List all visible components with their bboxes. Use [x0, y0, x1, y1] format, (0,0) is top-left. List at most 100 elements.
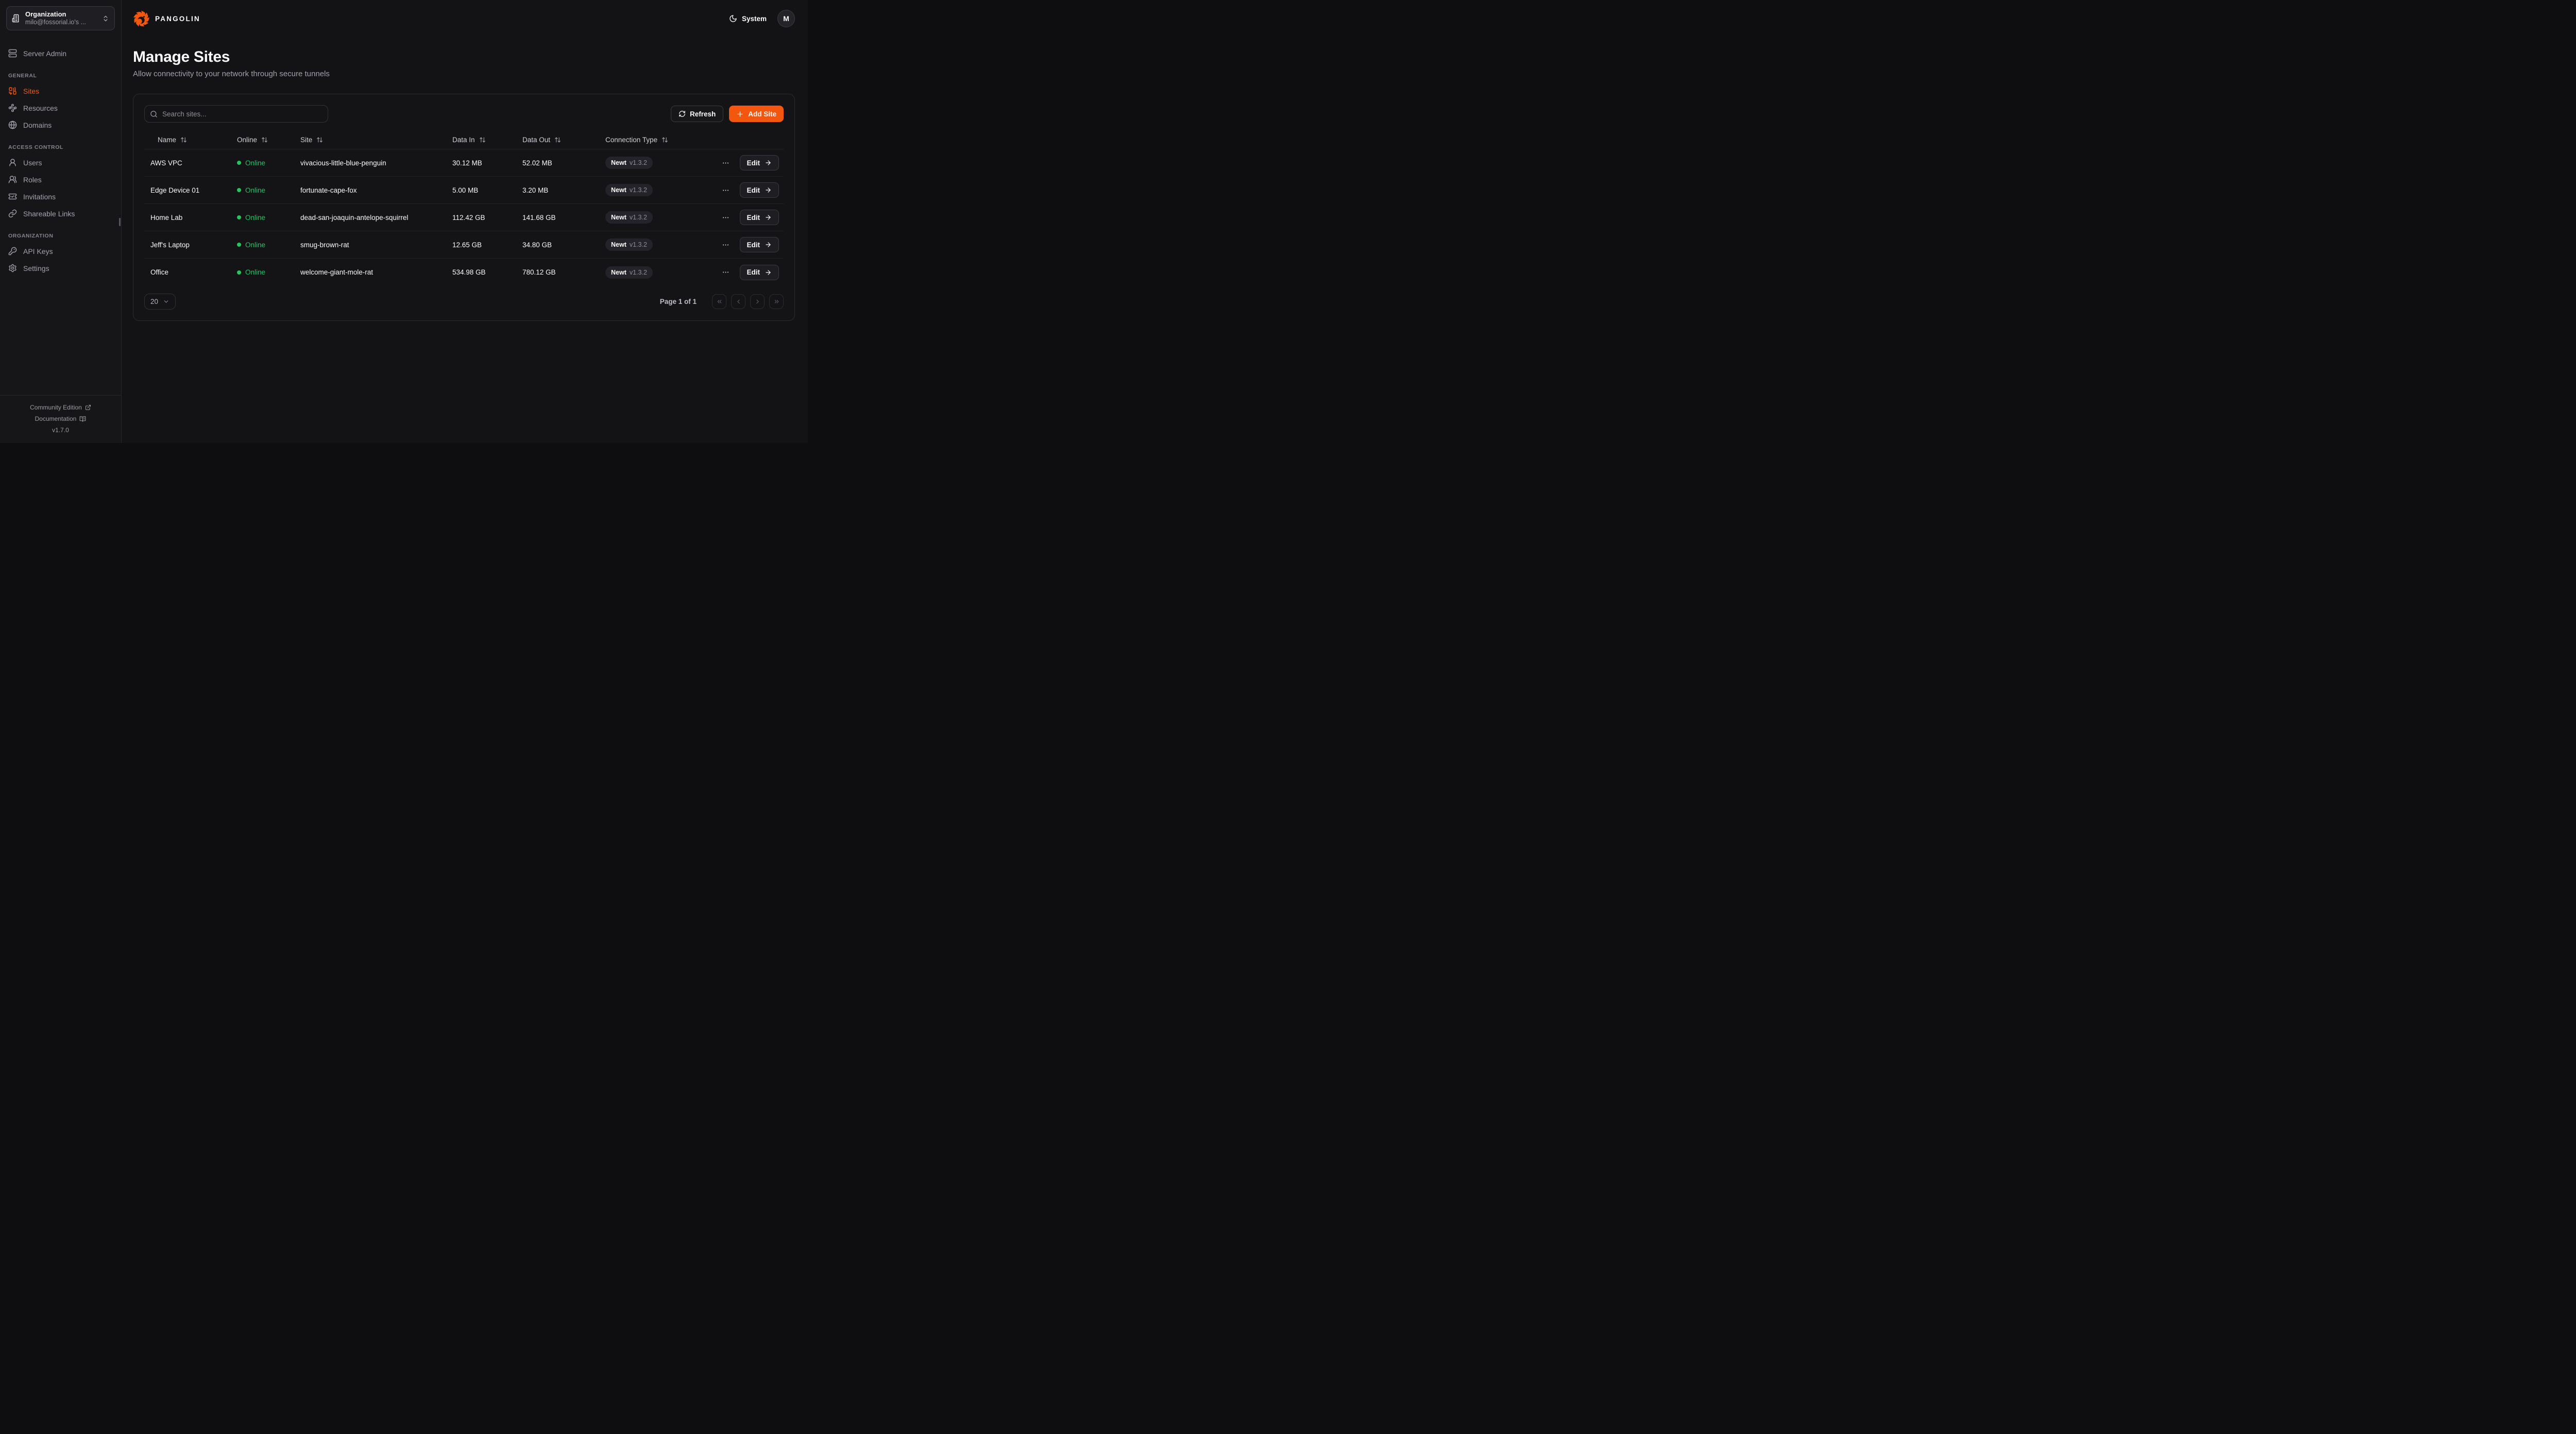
edit-label: Edit [747, 214, 760, 221]
sidebar-item-resources[interactable]: Resources [0, 99, 121, 116]
row-menu-button[interactable] [720, 184, 732, 196]
external-link-icon [85, 404, 91, 411]
last-page-button[interactable] [769, 294, 784, 309]
sidebar-item-label: Server Admin [23, 49, 66, 58]
top-right-controls: System M [729, 10, 795, 27]
org-selector[interactable]: Organization milo@fossorial.io's ... [6, 6, 115, 30]
prev-page-button[interactable] [731, 294, 745, 309]
status-badge: Online [245, 241, 265, 249]
site-slug: fortunate-cape-fox [294, 186, 446, 194]
refresh-button[interactable]: Refresh [671, 106, 723, 122]
sidebar-item-sites[interactable]: Sites [0, 82, 121, 99]
add-site-label: Add Site [748, 110, 776, 118]
brand-logo[interactable]: PANGOLIN [133, 10, 200, 27]
sidebar-item-server-admin[interactable]: Server Admin [0, 45, 121, 62]
client-name: Newt [611, 186, 626, 194]
sidebar-item-label: API Keys [23, 247, 53, 255]
table-row: Edge Device 01 Online fortunate-cape-fox… [144, 177, 784, 204]
pager-buttons [712, 294, 784, 309]
status-cell: Online [231, 268, 294, 276]
sort-icon [316, 136, 323, 143]
add-site-button[interactable]: Add Site [729, 106, 784, 122]
arrow-right-icon [765, 269, 772, 276]
chevron-right-icon [754, 298, 761, 305]
sidebar-item-users[interactable]: Users [0, 154, 121, 171]
sidebar-item-label: Roles [23, 176, 42, 184]
sidebar-item-label: Invitations [23, 193, 56, 201]
theme-toggle[interactable]: System [729, 14, 767, 23]
data-out: 780.12 GB [516, 268, 599, 276]
documentation-link[interactable]: Documentation [0, 413, 121, 424]
sort-name[interactable]: Name [144, 136, 231, 144]
sort-site[interactable]: Site [294, 136, 446, 144]
data-out: 3.20 MB [516, 186, 599, 194]
data-out: 141.68 GB [516, 214, 599, 221]
sidebar-item-label: Domains [23, 121, 52, 129]
book-open-icon [79, 416, 86, 422]
edit-button[interactable]: Edit [740, 265, 779, 280]
chevrons-right-icon [773, 298, 780, 305]
sidebar-item-domains[interactable]: Domains [0, 116, 121, 133]
community-edition-link[interactable]: Community Edition [0, 402, 121, 413]
row-menu-button[interactable] [720, 157, 732, 169]
row-actions: Edit [728, 182, 784, 198]
chevrons-up-down-icon [102, 15, 109, 22]
documentation-label: Documentation [35, 415, 77, 422]
data-in: 112.42 GB [446, 214, 516, 221]
page-size-select[interactable]: 20 [144, 294, 176, 310]
site-slug: dead-san-joaquin-antelope-squirrel [294, 214, 446, 221]
sort-online[interactable]: Online [231, 136, 294, 144]
site-slug: smug-brown-rat [294, 241, 446, 249]
sites-card: Refresh Add Site Name Online Site Data I… [133, 94, 795, 321]
table-header-row: Name Online Site Data In Data Out Connec… [144, 131, 784, 149]
row-menu-button[interactable] [720, 266, 732, 278]
edit-button[interactable]: Edit [740, 155, 779, 170]
edit-button[interactable]: Edit [740, 182, 779, 198]
community-edition-label: Community Edition [30, 404, 82, 411]
search-input[interactable] [144, 105, 328, 123]
key-icon [8, 247, 17, 255]
status-badge: Online [245, 268, 265, 276]
section-title-access-control: ACCESS CONTROL [8, 144, 113, 150]
gear-icon [8, 264, 17, 272]
edit-button[interactable]: Edit [740, 210, 779, 225]
row-menu-button[interactable] [720, 212, 732, 224]
avatar[interactable]: M [777, 10, 795, 27]
sidebar-nav: Server Admin GENERAL Sites Resources Dom… [0, 37, 121, 277]
sidebar-item-shareable-links[interactable]: Shareable Links [0, 205, 121, 222]
sidebar-item-roles[interactable]: Roles [0, 171, 121, 188]
sidebar-item-settings[interactable]: Settings [0, 260, 121, 277]
connection-type-cell: Newtv1.3.2 [599, 238, 728, 251]
sidebar-scrollbar-thumb[interactable] [119, 218, 121, 226]
site-name: Jeff's Laptop [144, 241, 231, 249]
connection-type-cell: Newtv1.3.2 [599, 157, 728, 169]
sort-connection-type[interactable]: Connection Type [599, 136, 728, 144]
status-badge: Online [245, 214, 265, 221]
connection-type-badge: Newtv1.3.2 [605, 211, 653, 224]
edit-button[interactable]: Edit [740, 237, 779, 252]
sort-data-in[interactable]: Data In [446, 136, 516, 144]
client-name: Newt [611, 159, 626, 166]
toolbar-actions: Refresh Add Site [671, 106, 784, 122]
arrow-right-icon [765, 186, 772, 194]
org-value: milo@fossorial.io's ... [25, 19, 99, 26]
sidebar-item-api-keys[interactable]: API Keys [0, 243, 121, 260]
pagination-bar: 20 Page 1 of 1 [144, 294, 784, 310]
link-icon [8, 209, 17, 218]
sites-table: Name Online Site Data In Data Out Connec… [144, 131, 784, 286]
brand-name: PANGOLIN [155, 15, 200, 23]
row-menu-button[interactable] [720, 239, 732, 251]
building-icon [12, 14, 21, 23]
sidebar: Organization milo@fossorial.io's ... Ser… [0, 0, 122, 443]
column-label: Connection Type [605, 136, 657, 144]
sort-data-out[interactable]: Data Out [516, 136, 599, 144]
edit-label: Edit [747, 268, 760, 276]
sidebar-item-invitations[interactable]: Invitations [0, 188, 121, 205]
site-name: AWS VPC [144, 159, 231, 167]
data-in: 12.65 GB [446, 241, 516, 249]
first-page-button[interactable] [712, 294, 726, 309]
status-cell: Online [231, 241, 294, 249]
refresh-label: Refresh [690, 110, 716, 118]
client-name: Newt [611, 214, 626, 221]
next-page-button[interactable] [750, 294, 765, 309]
